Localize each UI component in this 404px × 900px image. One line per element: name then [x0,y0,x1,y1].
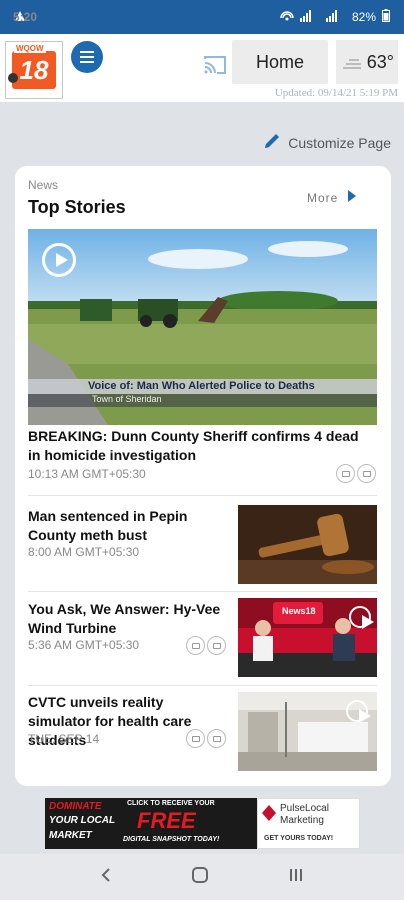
ad-cta-top: CLICK TO RECEIVE YOUR [127,800,215,807]
story-thumbnail[interactable]: News18 [238,598,377,677]
lower-third-subtitle: Town of Sheridan [92,394,162,404]
story-time: 5:36 AM GMT+05:30 [28,638,140,652]
ad-cta-main: FREE [137,808,196,833]
lower-third-title: Voice of: Man Who Alerted Police to Deat… [88,380,315,392]
home-nav-icon[interactable] [191,866,209,889]
story-headline[interactable]: Man sentenced in Pepin County meth bust [28,507,228,545]
pencil-icon [262,131,282,154]
video-icon [186,729,205,748]
station-logo[interactable]: WQOW 18 [5,41,63,99]
section-title: Top Stories [28,197,126,217]
ad-brand-line-2: Marketing [280,815,324,826]
divider [28,685,377,686]
story-time: TUE, SEP 14 [28,732,100,746]
gallery-icon [357,464,376,483]
logo-badge: WQOW 18 [8,44,56,89]
recents-icon[interactable] [288,867,304,888]
cast-icon[interactable] [203,56,227,74]
ad-brand-cta: GET YOURS TODAY! [264,835,334,842]
hamburger-line [80,56,94,58]
hamburger-line [80,61,94,63]
status-bar: 5:20 82% [0,0,404,34]
menu-button[interactable] [71,41,103,73]
hero-video-thumbnail[interactable]: Voice of: Man Who Alerted Police to Deat… [28,229,377,425]
back-icon[interactable] [100,867,112,888]
story-thumbnail[interactable] [238,692,377,771]
play-icon[interactable] [42,243,76,277]
story-time: 10:13 AM GMT+05:30 [28,467,146,481]
ad-promo: DOMINATE YOUR LOCAL MARKET CLICK TO RECE… [45,798,257,849]
customize-label: Customize Page [288,134,391,151]
ad-brand: PulseLocal Marketing GET YOURS TODAY! [257,798,360,849]
hero-lower-third: Voice of: Man Who Alerted Police to Deat… [28,379,377,407]
ad-line-3: MARKET [49,830,92,841]
video-icon [336,464,355,483]
network-peacock-icon [8,73,18,83]
gallery-icon [207,729,226,748]
battery-percent: 82% [351,10,376,24]
story-media-badges [336,464,376,483]
signal-icon [299,9,320,25]
home-button[interactable]: Home [232,40,328,84]
story-thumbnail[interactable] [238,505,377,584]
signal-icon-2 [325,9,346,25]
advertisement-banner[interactable]: DOMINATE YOUR LOCAL MARKET CLICK TO RECE… [45,798,360,849]
system-nav-bar [0,854,404,900]
divider [28,495,377,496]
thumb-logo-text: News18 [282,606,316,616]
ad-line-1: DOMINATE [49,801,102,812]
play-icon[interactable] [346,700,371,723]
pulse-logo-icon [262,805,276,826]
video-icon [186,636,205,655]
hotspot-icon [280,10,294,25]
status-time: 5:20 [13,10,38,24]
ad-brand-line-1: PulseLocal [280,803,329,814]
story-time: 8:00 AM GMT+05:30 [28,545,140,559]
temperature: 63° [366,51,394,72]
chevron-right-icon [348,190,357,205]
customize-page-button[interactable]: Customize Page [262,131,391,154]
story-media-badges [186,636,226,655]
updated-timestamp: Updated: 09/14/21 5:19 PM [274,87,398,99]
more-label: More [307,190,339,205]
story-headline[interactable]: BREAKING: Dunn County Sheriff confirms 4… [28,427,373,465]
story-media-badges [186,729,226,748]
cloud-icon [342,54,364,75]
battery-icon [382,9,390,25]
story-headline[interactable]: You Ask, We Answer: Hy-Vee Wind Turbine [28,600,228,638]
more-link[interactable]: More [307,190,357,205]
logo-call-sign: WQOW [14,44,46,53]
divider [28,591,377,592]
gallery-icon [207,636,226,655]
play-icon[interactable] [349,606,374,629]
ad-cta-bottom: DIGITAL SNAPSHOT TODAY! [123,836,220,843]
logo-channel-number: 18 [19,54,49,85]
ad-line-2: YOUR LOCAL [49,815,116,826]
app-header: WQOW 18 Home 63° Updated: 09/14/21 5:19 … [0,34,404,102]
gavel-image [238,505,377,584]
top-stories-card: News Top Stories More Voice of: Man Who … [15,166,391,786]
hamburger-line [80,51,94,53]
section-category: News [28,178,59,192]
weather-widget[interactable]: 63° [336,40,398,84]
